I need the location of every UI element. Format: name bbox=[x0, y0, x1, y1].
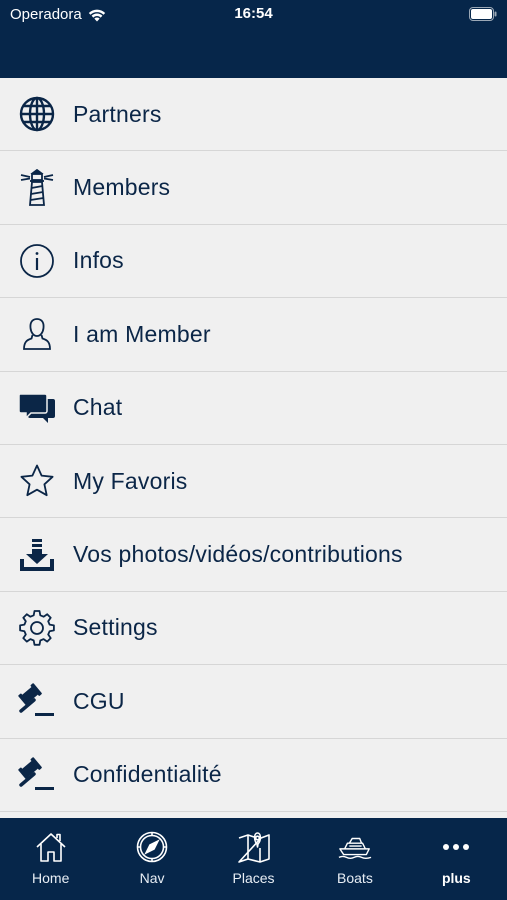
menu-item-chat[interactable]: Chat bbox=[0, 372, 507, 445]
menu-item-label: CGU bbox=[73, 687, 125, 714]
status-bar: Operadora 16:54 bbox=[0, 0, 507, 30]
tab-label: Nav bbox=[139, 870, 165, 886]
menu-item-my-favoris[interactable]: My Favoris bbox=[0, 445, 507, 519]
menu-item-label: Confidentialité bbox=[73, 761, 222, 788]
info-icon bbox=[18, 242, 56, 280]
tab-home[interactable]: Home bbox=[0, 818, 101, 900]
menu-item-cgu[interactable]: CGU bbox=[0, 665, 507, 739]
map-icon bbox=[237, 830, 271, 864]
tab-label: Boats bbox=[337, 870, 373, 886]
lighthouse-icon bbox=[18, 168, 56, 207]
tab-plus[interactable]: plus bbox=[406, 818, 507, 900]
menu-item-label: Infos bbox=[73, 247, 124, 274]
tab-label: Places bbox=[232, 870, 275, 886]
gavel-icon bbox=[18, 756, 56, 794]
user-icon bbox=[18, 315, 56, 353]
tab-boats[interactable]: Boats bbox=[304, 818, 405, 900]
home-icon bbox=[34, 830, 68, 864]
menu-item-contributions[interactable]: Vos photos/vidéos/contributions bbox=[0, 518, 507, 592]
more-icon bbox=[439, 830, 473, 864]
menu-item-infos[interactable]: Infos bbox=[0, 225, 507, 299]
menu-item-partners[interactable]: Partners bbox=[0, 78, 507, 152]
compass-icon bbox=[135, 830, 169, 864]
tab-places[interactable]: Places bbox=[203, 818, 304, 900]
tab-bar: Home Nav Places Boats plus bbox=[0, 818, 507, 900]
menu-item-i-am-member[interactable]: I am Member bbox=[0, 298, 507, 372]
chat-icon bbox=[18, 389, 56, 427]
menu-item-label: Members bbox=[73, 174, 171, 201]
gavel-icon bbox=[18, 682, 56, 720]
nav-header bbox=[0, 30, 507, 78]
menu-list: Partners Members Infos I am Member Chat … bbox=[0, 78, 507, 818]
menu-item-settings[interactable]: Settings bbox=[0, 592, 507, 666]
status-time: 16:54 bbox=[234, 5, 273, 22]
menu-item-label: Partners bbox=[73, 100, 162, 127]
menu-item-label: Vos photos/vidéos/contributions bbox=[73, 541, 403, 568]
boat-icon bbox=[338, 830, 372, 864]
tab-label: plus bbox=[441, 870, 471, 886]
battery-icon bbox=[469, 7, 497, 21]
menu-item-label: I am Member bbox=[73, 320, 211, 347]
menu-item-label: My Favoris bbox=[73, 467, 188, 494]
download-icon bbox=[18, 536, 56, 574]
tab-nav[interactable]: Nav bbox=[101, 818, 202, 900]
gear-icon bbox=[18, 609, 56, 647]
tab-label: Home bbox=[32, 870, 70, 886]
menu-item-label: Settings bbox=[73, 614, 158, 641]
menu-item-members[interactable]: Members bbox=[0, 151, 507, 225]
globe-icon bbox=[18, 95, 56, 133]
star-icon bbox=[18, 462, 56, 500]
menu-item-confidentialite[interactable]: Confidentialité bbox=[0, 739, 507, 812]
menu-item-label: Chat bbox=[73, 394, 123, 421]
